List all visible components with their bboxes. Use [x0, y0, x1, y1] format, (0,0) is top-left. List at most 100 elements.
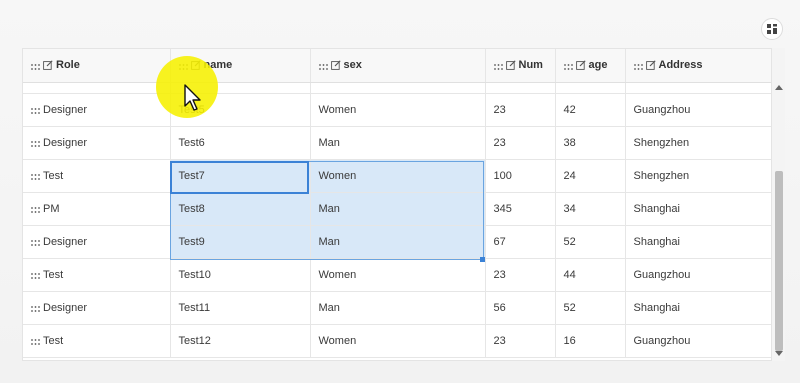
cell-num[interactable]: 23: [485, 126, 556, 160]
cell-age[interactable]: 24: [555, 159, 626, 193]
fill-handle[interactable]: [480, 257, 485, 262]
cell-text: Guangzhou: [633, 268, 691, 281]
row-drag-handle-icon[interactable]: [31, 238, 40, 246]
row-drag-handle-icon[interactable]: [31, 304, 40, 312]
cell-name[interactable]: Test6: [170, 126, 311, 160]
cell-text: 23: [493, 103, 506, 116]
cell-text: 52: [563, 301, 576, 314]
cell-text: 24: [563, 169, 576, 182]
cell-name[interactable]: Test8: [170, 192, 311, 226]
cell-text: 16: [563, 334, 576, 347]
data-grid: Role name sex Num age Address Designer Test5 Wo…: [22, 48, 785, 361]
grid-header: Role name sex Num age Address: [23, 49, 773, 83]
cell-address[interactable]: Shanghai: [625, 192, 773, 226]
cell-num[interactable]: 23: [485, 93, 556, 127]
cell-address[interactable]: Guangzhou: [625, 324, 773, 358]
cell-role[interactable]: Designer: [23, 291, 171, 325]
column-header-address[interactable]: Address: [625, 49, 773, 83]
table-row: Test Test7 Women 100 24 Shengzhen: [23, 159, 773, 193]
cell-age[interactable]: 52: [555, 225, 626, 259]
cell-text: 44: [563, 268, 576, 281]
cell-num[interactable]: 67: [485, 225, 556, 259]
edit-icon: [505, 60, 516, 71]
drag-handle-icon[interactable]: [633, 62, 643, 70]
column-header-label: Num: [518, 59, 543, 72]
cell-age[interactable]: 52: [555, 291, 626, 325]
cell-text: Women: [318, 103, 357, 116]
row-drag-handle-icon[interactable]: [31, 172, 40, 180]
cell-role[interactable]: Designer: [23, 126, 171, 160]
cell-name[interactable]: Test5: [170, 93, 311, 127]
cell-address[interactable]: Guangzhou: [625, 258, 773, 292]
cell-num[interactable]: 100: [485, 159, 556, 193]
cell-role[interactable]: Designer: [23, 225, 171, 259]
cell-age[interactable]: 16: [555, 324, 626, 358]
cell-name[interactable]: Test9: [170, 225, 311, 259]
cell-text: 34: [563, 202, 576, 215]
cell-address[interactable]: Shengzhen: [625, 159, 773, 193]
cell-text: Test: [43, 169, 64, 182]
cell-text: Shengzhen: [633, 169, 690, 182]
grid-layout-button[interactable]: [761, 18, 783, 40]
cell-name[interactable]: Test10: [170, 258, 311, 292]
row-drag-handle-icon[interactable]: [31, 271, 40, 279]
cell-age[interactable]: 42: [555, 93, 626, 127]
cell-role[interactable]: Test: [23, 324, 171, 358]
cell-sex[interactable]: Women: [310, 258, 486, 292]
drag-handle-icon[interactable]: [318, 62, 328, 70]
cell-name[interactable]: Test11: [170, 291, 311, 325]
cell-age[interactable]: 44: [555, 258, 626, 292]
cell-text: Test: [43, 334, 64, 347]
cell-sex[interactable]: Man: [310, 126, 486, 160]
cell-address[interactable]: Shanghai: [625, 225, 773, 259]
edit-icon: [575, 60, 586, 71]
column-header-num[interactable]: Num: [485, 49, 556, 83]
column-header-sex[interactable]: sex: [310, 49, 486, 83]
cell-num[interactable]: 56: [485, 291, 556, 325]
table-row: Test Test12 Women 23 16 Guangzhou: [23, 324, 773, 358]
cell-num[interactable]: 23: [485, 324, 556, 358]
cell-age[interactable]: 34: [555, 192, 626, 226]
cell-sex[interactable]: Man: [310, 192, 486, 226]
cell-sex[interactable]: Man: [310, 291, 486, 325]
cell-name[interactable]: Test7: [170, 159, 311, 193]
cell-role[interactable]: Test: [23, 258, 171, 292]
cell-text: Women: [318, 268, 357, 281]
cell-address[interactable]: Guangzhou: [625, 93, 773, 127]
cell-age[interactable]: 38: [555, 126, 626, 160]
cell-sex[interactable]: Man: [310, 225, 486, 259]
drag-handle-icon[interactable]: [563, 62, 573, 70]
cell-address[interactable]: Shengzhen: [625, 126, 773, 160]
cell-sex[interactable]: Women: [310, 93, 486, 127]
cell-sex[interactable]: Women: [310, 324, 486, 358]
column-header-role[interactable]: Role: [23, 49, 171, 83]
vertical-scrollbar[interactable]: [771, 48, 785, 361]
drag-handle-icon[interactable]: [31, 62, 40, 70]
cell-num[interactable]: 345: [485, 192, 556, 226]
cell-role[interactable]: Designer: [23, 93, 171, 127]
row-drag-handle-icon[interactable]: [31, 337, 40, 345]
drag-handle-icon[interactable]: [493, 62, 503, 70]
scroll-down-arrow-icon[interactable]: [775, 351, 783, 356]
scroll-thumb[interactable]: [775, 171, 783, 351]
cell-text: Test6: [178, 136, 205, 149]
cell-name[interactable]: Test12: [170, 324, 311, 358]
scroll-up-arrow-icon[interactable]: [775, 85, 783, 90]
cell-text: 38: [563, 136, 576, 149]
column-header-name[interactable]: name: [170, 49, 311, 83]
cell-num[interactable]: 23: [485, 258, 556, 292]
edit-icon: [190, 60, 201, 71]
column-header-age[interactable]: age: [555, 49, 626, 83]
cell-role[interactable]: PM: [23, 192, 171, 226]
cell-address[interactable]: Shanghai: [625, 291, 773, 325]
row-drag-handle-icon[interactable]: [31, 139, 40, 147]
column-header-label: Role: [56, 59, 80, 72]
cell-role[interactable]: Test: [23, 159, 171, 193]
cell-text: Test12: [178, 334, 211, 347]
row-drag-handle-icon[interactable]: [31, 106, 40, 114]
cell-sex[interactable]: Women: [310, 159, 486, 193]
drag-handle-icon[interactable]: [178, 62, 188, 70]
cell-text: PM: [43, 202, 60, 215]
row-drag-handle-icon[interactable]: [31, 205, 40, 213]
cell-text: 56: [493, 301, 506, 314]
